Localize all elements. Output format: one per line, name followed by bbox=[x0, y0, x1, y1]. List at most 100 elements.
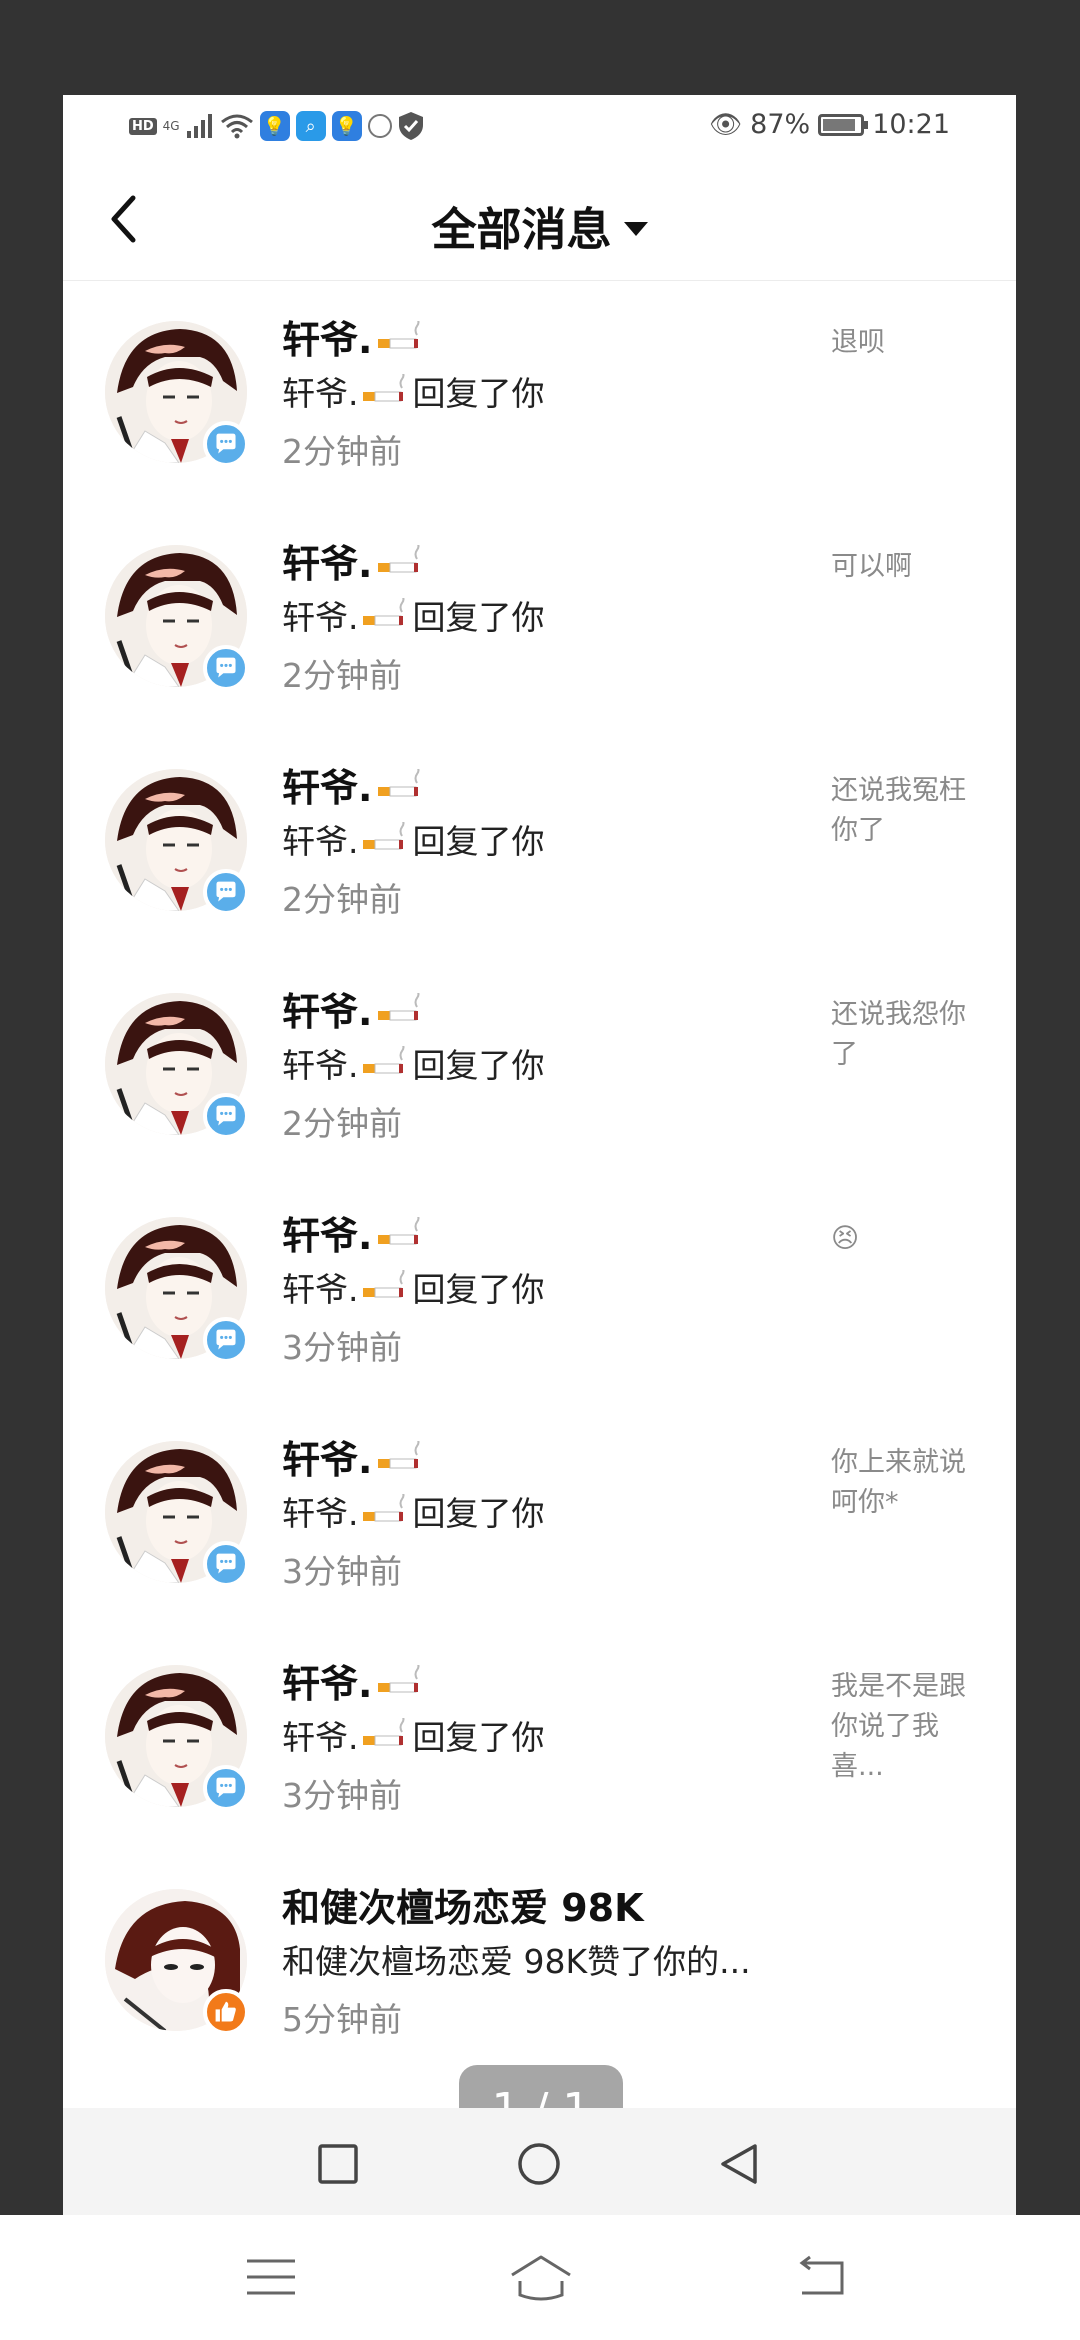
system-nav-bar bbox=[63, 2108, 1016, 2215]
sender-name-text: 轩爷. bbox=[282, 1214, 373, 1258]
top-bar: 全部消息 bbox=[63, 161, 1016, 281]
message-row[interactable]: 轩爷. 轩爷. 回复了你 3分钟前 😣 bbox=[63, 1177, 1016, 1401]
message-row[interactable]: 和健次檀场恋爱 98K 和健次檀场恋爱 98K赞了你的... 5分钟前 bbox=[63, 1849, 1016, 2073]
status-bar: HD 4G 💡 ⌕ 💡 👁 87% 10:21 bbox=[63, 95, 1016, 161]
cigarette-emoji-icon bbox=[361, 1043, 411, 1080]
sender-name-text: 轩爷. bbox=[282, 1438, 373, 1482]
message-action: 轩爷. 回复了你 bbox=[282, 367, 545, 415]
message-action: 轩爷. 回复了你 bbox=[282, 1263, 545, 1311]
sender-name[interactable]: 和健次檀场恋爱 98K bbox=[282, 1877, 644, 1932]
cigarette-emoji-icon bbox=[376, 1661, 426, 1698]
cigarette-emoji-icon bbox=[361, 595, 411, 632]
cigarette-emoji-icon bbox=[361, 371, 411, 408]
message-time: 2分钟前 bbox=[282, 1104, 402, 1143]
message-preview: 还说我怨你了 bbox=[831, 999, 966, 1070]
battery-icon bbox=[818, 113, 869, 136]
message-time: 2分钟前 bbox=[282, 880, 402, 919]
recents-button[interactable] bbox=[316, 2142, 360, 2186]
signal-icon bbox=[186, 114, 212, 138]
action-suffix-text: 回复了你 bbox=[412, 598, 545, 637]
like-badge-icon bbox=[203, 1989, 249, 2035]
action-name-text: 轩爷. bbox=[282, 1046, 359, 1085]
action-name-text: 轩爷. bbox=[282, 1494, 359, 1533]
sender-name[interactable]: 轩爷. bbox=[282, 1205, 426, 1260]
action-suffix-text: 回复了你 bbox=[412, 1718, 545, 1757]
page-title: 全部消息 bbox=[431, 203, 612, 256]
message-action: 轩爷. 回复了你 bbox=[282, 1039, 545, 1087]
sender-name[interactable]: 轩爷. bbox=[282, 533, 426, 588]
cigarette-emoji-icon bbox=[361, 1491, 411, 1528]
message-row[interactable]: 轩爷. 轩爷. 回复了你 2分钟前 可以啊 bbox=[63, 505, 1016, 729]
back-nav-button[interactable] bbox=[717, 2142, 761, 2186]
sender-name-text: 和健次檀场恋爱 98K bbox=[282, 1886, 644, 1930]
search-app-icon: ⌕ bbox=[295, 111, 326, 141]
message-time: 3分钟前 bbox=[282, 1328, 402, 1367]
sender-name[interactable]: 轩爷. bbox=[282, 309, 426, 364]
message-action: 轩爷. 回复了你 bbox=[282, 1487, 545, 1535]
action-suffix-text: 回复了你 bbox=[412, 822, 545, 861]
message-row[interactable]: 轩爷. 轩爷. 回复了你 2分钟前 退呗 bbox=[63, 281, 1016, 505]
message-preview: 你上来就说呵你* bbox=[831, 1447, 966, 1518]
viewer-nav-bar bbox=[0, 2215, 1080, 2340]
message-preview: 可以啊 bbox=[831, 551, 912, 582]
clock: 10:21 bbox=[872, 109, 950, 140]
bulb-app-icon: 💡 bbox=[259, 111, 290, 141]
action-name-text: 轩爷. bbox=[282, 822, 359, 861]
status-icons-right: 👁 87% 10:21 bbox=[709, 109, 950, 140]
message-time: 3分钟前 bbox=[282, 1776, 402, 1815]
cigarette-emoji-icon bbox=[376, 541, 426, 578]
action-suffix-text: 回复了你 bbox=[412, 1046, 545, 1085]
home-icon[interactable] bbox=[508, 2253, 574, 2301]
comment-badge-icon bbox=[203, 1765, 249, 1811]
comment-badge-icon bbox=[203, 1317, 249, 1363]
message-action: 轩爷. 回复了你 bbox=[282, 815, 545, 863]
comment-badge-icon bbox=[203, 645, 249, 691]
cigarette-emoji-icon bbox=[376, 765, 426, 802]
eye-icon: 👁 bbox=[709, 109, 743, 140]
menu-icon[interactable] bbox=[243, 2253, 299, 2301]
message-time: 3分钟前 bbox=[282, 1552, 402, 1591]
message-row[interactable]: 轩爷. 轩爷. 回复了你 3分钟前 我是不是跟你说了我喜... bbox=[63, 1625, 1016, 1849]
message-time: 2分钟前 bbox=[282, 656, 402, 695]
action-name-text: 轩爷. bbox=[282, 598, 359, 637]
network-type-label: 4G bbox=[162, 119, 180, 133]
comment-badge-icon bbox=[203, 1541, 249, 1587]
message-row[interactable]: 轩爷. 轩爷. 回复了你 2分钟前 还说我怨你了 bbox=[63, 953, 1016, 1177]
sender-name[interactable]: 轩爷. bbox=[282, 1429, 426, 1484]
cigarette-emoji-icon bbox=[361, 1267, 411, 1304]
phone-screen: HD 4G 💡 ⌕ 💡 👁 87% 10:21 全部消息 轩爷. 轩爷. 回复了… bbox=[63, 95, 1016, 2215]
message-preview: 😣 bbox=[831, 1223, 860, 1254]
comment-badge-icon bbox=[203, 1093, 249, 1139]
message-action: 轩爷. 回复了你 bbox=[282, 591, 545, 639]
sender-name[interactable]: 轩爷. bbox=[282, 757, 426, 812]
sender-name-text: 轩爷. bbox=[282, 318, 373, 362]
bulb-app-icon-2: 💡 bbox=[331, 111, 362, 141]
sender-name[interactable]: 轩爷. bbox=[282, 981, 426, 1036]
message-time: 5分钟前 bbox=[282, 2000, 402, 2039]
action-name-text: 和健次檀场恋爱 98K赞了你的... bbox=[282, 1942, 751, 1981]
comment-badge-icon bbox=[203, 869, 249, 915]
message-row[interactable]: 轩爷. 轩爷. 回复了你 2分钟前 还说我冤枉你了 bbox=[63, 729, 1016, 953]
status-icons-left: HD 4G 💡 ⌕ 💡 bbox=[129, 111, 424, 141]
filter-dropdown[interactable]: 全部消息 bbox=[63, 193, 1016, 258]
cigarette-emoji-icon bbox=[376, 1437, 426, 1474]
home-button[interactable] bbox=[517, 2142, 561, 2186]
message-preview: 我是不是跟你说了我喜... bbox=[831, 1671, 966, 1782]
action-name-text: 轩爷. bbox=[282, 374, 359, 413]
sender-name[interactable]: 轩爷. bbox=[282, 1653, 426, 1708]
action-name-text: 轩爷. bbox=[282, 1718, 359, 1757]
sender-name-text: 轩爷. bbox=[282, 990, 373, 1034]
cigarette-emoji-icon bbox=[361, 1715, 411, 1752]
return-icon[interactable] bbox=[796, 2253, 852, 2301]
shield-icon bbox=[398, 112, 423, 140]
cigarette-emoji-icon bbox=[376, 1213, 426, 1250]
sender-name-text: 轩爷. bbox=[282, 766, 373, 810]
cigarette-emoji-icon bbox=[376, 317, 426, 354]
message-time: 2分钟前 bbox=[282, 432, 402, 471]
sender-name-text: 轩爷. bbox=[282, 542, 373, 586]
message-row[interactable]: 轩爷. 轩爷. 回复了你 3分钟前 你上来就说呵你* bbox=[63, 1401, 1016, 1625]
sender-name-text: 轩爷. bbox=[282, 1662, 373, 1706]
cigarette-emoji-icon bbox=[376, 989, 426, 1026]
action-suffix-text: 回复了你 bbox=[412, 1494, 545, 1533]
hd-icon: HD bbox=[129, 117, 157, 135]
